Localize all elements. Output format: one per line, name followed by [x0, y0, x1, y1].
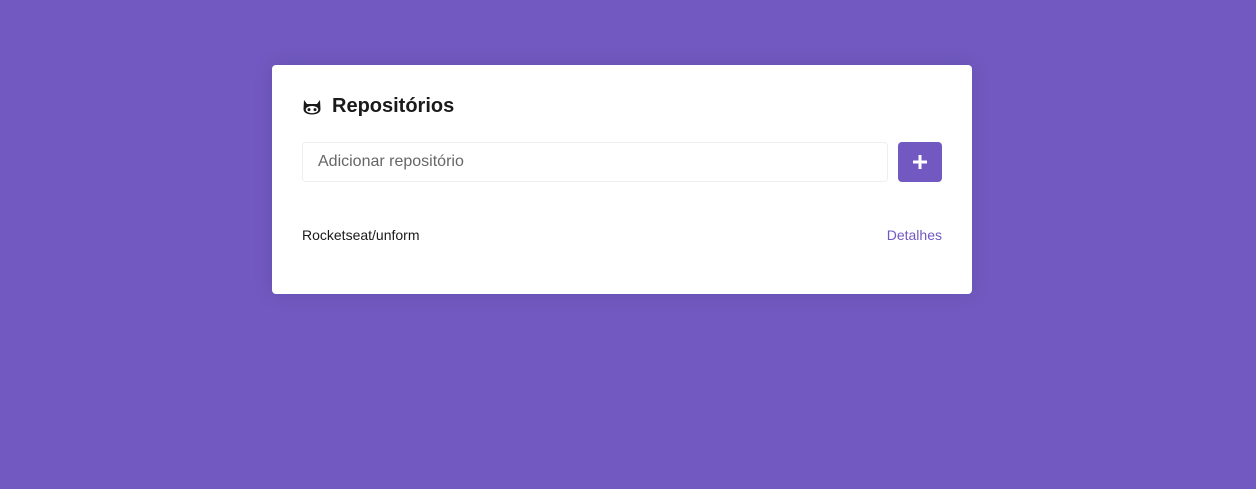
repository-input[interactable] — [302, 142, 888, 182]
page-title: Repositórios — [332, 95, 455, 117]
page-header: Repositórios — [302, 94, 942, 118]
details-link[interactable]: Detalhes — [887, 227, 942, 243]
add-repository-button[interactable] — [898, 142, 942, 182]
list-item: Rocketseat/unform Detalhes — [302, 226, 942, 244]
plus-icon — [913, 155, 927, 169]
repositories-card: Repositórios Rocketseat/unform Detalhes — [272, 65, 972, 294]
repository-name: Rocketseat/unform — [302, 227, 420, 243]
repository-list: Rocketseat/unform Detalhes — [302, 226, 942, 244]
add-repository-form — [302, 142, 942, 182]
github-icon — [302, 96, 322, 116]
